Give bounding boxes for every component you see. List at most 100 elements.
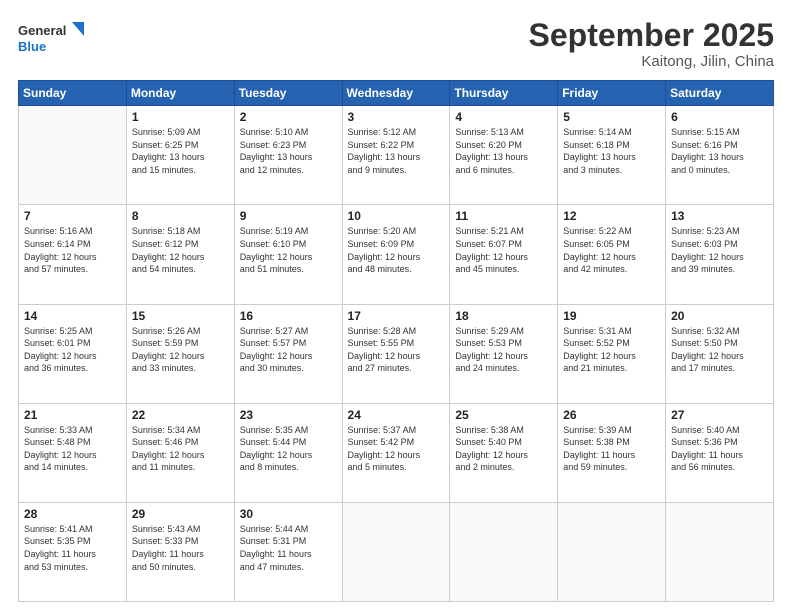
weekday-header-wednesday: Wednesday	[342, 81, 450, 106]
day-number: 22	[132, 408, 229, 422]
day-number: 20	[671, 309, 768, 323]
calendar-cell: 18 Sunrise: 5:29 AM Sunset: 5:53 PM Dayli…	[450, 304, 558, 403]
day-detail: Sunrise: 5:29 AM Sunset: 5:53 PM Dayligh…	[455, 325, 552, 375]
day-detail: Sunrise: 5:20 AM Sunset: 6:09 PM Dayligh…	[348, 225, 445, 275]
day-number: 12	[563, 209, 660, 223]
calendar-cell: 13 Sunrise: 5:23 AM Sunset: 6:03 PM Dayli…	[666, 205, 774, 304]
calendar-cell: 20 Sunrise: 5:32 AM Sunset: 5:50 PM Dayli…	[666, 304, 774, 403]
calendar-cell: 9 Sunrise: 5:19 AM Sunset: 6:10 PM Daylig…	[234, 205, 342, 304]
day-detail: Sunrise: 5:15 AM Sunset: 6:16 PM Dayligh…	[671, 126, 768, 176]
day-number: 23	[240, 408, 337, 422]
calendar-cell: 24Sunrise: 5:37 AM Sunset: 5:42 PM Dayli…	[342, 403, 450, 502]
calendar-cell: 7Sunrise: 5:16 AM Sunset: 6:14 PM Daylig…	[19, 205, 127, 304]
logo-svg: General Blue	[18, 18, 88, 56]
svg-text:Blue: Blue	[18, 39, 46, 54]
calendar-cell	[342, 502, 450, 601]
logo: General Blue	[18, 18, 88, 56]
day-detail: Sunrise: 5:43 AM Sunset: 5:33 PM Dayligh…	[132, 523, 229, 573]
calendar-cell: 26 Sunrise: 5:39 AM Sunset: 5:38 PM Dayli…	[558, 403, 666, 502]
calendar-cell: 14 Sunrise: 5:25 AM Sunset: 6:01 PM Dayli…	[19, 304, 127, 403]
calendar-table: SundayMondayTuesdayWednesdayThursdayFrid…	[18, 80, 774, 602]
day-number: 6	[671, 110, 768, 124]
calendar-cell: 5Sunrise: 5:14 AM Sunset: 6:18 PM Daylig…	[558, 106, 666, 205]
day-number: 8	[132, 209, 229, 223]
day-detail: Sunrise: 5:22 AM Sunset: 6:05 PM Dayligh…	[563, 225, 660, 275]
calendar-cell: 4Sunrise: 5:13 AM Sunset: 6:20 PM Daylig…	[450, 106, 558, 205]
svg-text:General: General	[18, 23, 66, 38]
calendar-cell: 25 Sunrise: 5:38 AM Sunset: 5:40 PM Dayli…	[450, 403, 558, 502]
calendar-page: General Blue September 2025 Kaitong, Jil…	[0, 0, 792, 612]
calendar-cell: 27 Sunrise: 5:40 AM Sunset: 5:36 PM Dayli…	[666, 403, 774, 502]
day-number: 3	[348, 110, 445, 124]
day-detail: Sunrise: 5:12 AM Sunset: 6:22 PM Dayligh…	[348, 126, 445, 176]
day-number: 2	[240, 110, 337, 124]
calendar-cell	[19, 106, 127, 205]
day-number: 25	[455, 408, 552, 422]
week-row-5: 28Sunrise: 5:41 AM Sunset: 5:35 PM Dayli…	[19, 502, 774, 601]
calendar-cell: 3 Sunrise: 5:12 AM Sunset: 6:22 PM Daylig…	[342, 106, 450, 205]
day-detail: Sunrise: 5:39 AM Sunset: 5:38 PM Dayligh…	[563, 424, 660, 474]
day-number: 16	[240, 309, 337, 323]
day-detail: Sunrise: 5:13 AM Sunset: 6:20 PM Dayligh…	[455, 126, 552, 176]
calendar-cell	[666, 502, 774, 601]
calendar-cell: 16 Sunrise: 5:27 AM Sunset: 5:57 PM Dayli…	[234, 304, 342, 403]
weekday-header-thursday: Thursday	[450, 81, 558, 106]
calendar-cell: 8Sunrise: 5:18 AM Sunset: 6:12 PM Daylig…	[126, 205, 234, 304]
weekday-header-sunday: Sunday	[19, 81, 127, 106]
day-number: 14	[24, 309, 121, 323]
day-detail: Sunrise: 5:19 AM Sunset: 6:10 PM Dayligh…	[240, 225, 337, 275]
day-detail: Sunrise: 5:34 AM Sunset: 5:46 PM Dayligh…	[132, 424, 229, 474]
day-number: 1	[132, 110, 229, 124]
calendar-cell: 28Sunrise: 5:41 AM Sunset: 5:35 PM Dayli…	[19, 502, 127, 601]
day-number: 30	[240, 507, 337, 521]
day-number: 26	[563, 408, 660, 422]
day-number: 21	[24, 408, 121, 422]
day-detail: Sunrise: 5:33 AM Sunset: 5:48 PM Dayligh…	[24, 424, 121, 474]
weekday-header-saturday: Saturday	[666, 81, 774, 106]
day-detail: Sunrise: 5:21 AM Sunset: 6:07 PM Dayligh…	[455, 225, 552, 275]
day-number: 17	[348, 309, 445, 323]
day-detail: Sunrise: 5:23 AM Sunset: 6:03 PM Dayligh…	[671, 225, 768, 275]
calendar-cell: 23Sunrise: 5:35 AM Sunset: 5:44 PM Dayli…	[234, 403, 342, 502]
day-detail: Sunrise: 5:38 AM Sunset: 5:40 PM Dayligh…	[455, 424, 552, 474]
calendar-cell	[450, 502, 558, 601]
week-row-4: 21 Sunrise: 5:33 AM Sunset: 5:48 PM Dayli…	[19, 403, 774, 502]
day-number: 19	[563, 309, 660, 323]
day-detail: Sunrise: 5:40 AM Sunset: 5:36 PM Dayligh…	[671, 424, 768, 474]
day-detail: Sunrise: 5:41 AM Sunset: 5:35 PM Dayligh…	[24, 523, 121, 573]
day-number: 18	[455, 309, 552, 323]
calendar-cell: 29Sunrise: 5:43 AM Sunset: 5:33 PM Dayli…	[126, 502, 234, 601]
calendar-cell: 12 Sunrise: 5:22 AM Sunset: 6:05 PM Dayli…	[558, 205, 666, 304]
calendar-cell: 17 Sunrise: 5:28 AM Sunset: 5:55 PM Dayli…	[342, 304, 450, 403]
day-number: 13	[671, 209, 768, 223]
weekday-header-tuesday: Tuesday	[234, 81, 342, 106]
day-number: 27	[671, 408, 768, 422]
week-row-3: 14 Sunrise: 5:25 AM Sunset: 6:01 PM Dayli…	[19, 304, 774, 403]
calendar-cell: 6 Sunrise: 5:15 AM Sunset: 6:16 PM Daylig…	[666, 106, 774, 205]
day-number: 9	[240, 209, 337, 223]
day-detail: Sunrise: 5:37 AM Sunset: 5:42 PM Dayligh…	[348, 424, 445, 474]
calendar-cell: 21 Sunrise: 5:33 AM Sunset: 5:48 PM Dayli…	[19, 403, 127, 502]
title-block: September 2025 Kaitong, Jilin, China	[529, 18, 774, 70]
weekday-header-monday: Monday	[126, 81, 234, 106]
calendar-cell: 10 Sunrise: 5:20 AM Sunset: 6:09 PM Dayli…	[342, 205, 450, 304]
day-detail: Sunrise: 5:32 AM Sunset: 5:50 PM Dayligh…	[671, 325, 768, 375]
day-detail: Sunrise: 5:26 AM Sunset: 5:59 PM Dayligh…	[132, 325, 229, 375]
calendar-cell: 2Sunrise: 5:10 AM Sunset: 6:23 PM Daylig…	[234, 106, 342, 205]
weekday-header-friday: Friday	[558, 81, 666, 106]
month-title: September 2025	[529, 18, 774, 53]
day-number: 10	[348, 209, 445, 223]
calendar-cell	[558, 502, 666, 601]
day-detail: Sunrise: 5:44 AM Sunset: 5:31 PM Dayligh…	[240, 523, 337, 573]
header: General Blue September 2025 Kaitong, Jil…	[18, 18, 774, 70]
day-detail: Sunrise: 5:27 AM Sunset: 5:57 PM Dayligh…	[240, 325, 337, 375]
week-row-2: 7Sunrise: 5:16 AM Sunset: 6:14 PM Daylig…	[19, 205, 774, 304]
calendar-cell: 19 Sunrise: 5:31 AM Sunset: 5:52 PM Dayli…	[558, 304, 666, 403]
day-detail: Sunrise: 5:31 AM Sunset: 5:52 PM Dayligh…	[563, 325, 660, 375]
week-row-1: 1Sunrise: 5:09 AM Sunset: 6:25 PM Daylig…	[19, 106, 774, 205]
calendar-cell: 22 Sunrise: 5:34 AM Sunset: 5:46 PM Dayli…	[126, 403, 234, 502]
day-detail: Sunrise: 5:28 AM Sunset: 5:55 PM Dayligh…	[348, 325, 445, 375]
location-title: Kaitong, Jilin, China	[529, 53, 774, 70]
day-detail: Sunrise: 5:14 AM Sunset: 6:18 PM Dayligh…	[563, 126, 660, 176]
day-detail: Sunrise: 5:25 AM Sunset: 6:01 PM Dayligh…	[24, 325, 121, 375]
